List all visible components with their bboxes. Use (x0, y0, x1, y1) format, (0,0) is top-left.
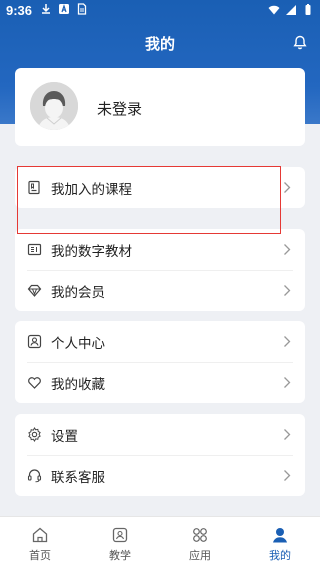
tab-teaching[interactable]: 教学 (80, 517, 160, 570)
page-title: 我的 (144, 35, 175, 53)
bell-icon[interactable] (292, 34, 308, 50)
menu-group-personal: 个人中心 我的收藏 (15, 321, 305, 403)
gear-icon (28, 427, 41, 442)
profile-card[interactable]: 未登录 (15, 68, 305, 146)
menu-item-membership[interactable]: 我的会员 (15, 270, 305, 311)
user-icon (273, 528, 287, 543)
diamond-icon (27, 284, 42, 297)
status-notification-icons (40, 3, 88, 15)
tab-apps[interactable]: 应用 (160, 517, 240, 570)
apps-icon (193, 528, 207, 542)
tab-label: 我的 (269, 549, 291, 562)
status-bar: 9:36 (0, 0, 320, 22)
menu-item-label: 我的收藏 (51, 376, 105, 393)
menu-item-label: 个人中心 (51, 335, 105, 352)
chevron-right-icon (284, 377, 291, 388)
status-system-icons (268, 4, 314, 16)
menu-item-favorites[interactable]: 我的收藏 (15, 362, 305, 403)
menu-group-materials: 我的数字教材 我的会员 (15, 229, 305, 311)
menu-item-label: 联系客服 (51, 469, 105, 486)
signal-icon (286, 5, 296, 15)
menu-item-digital-textbooks[interactable]: 我的数字教材 (15, 229, 305, 270)
chevron-right-icon (284, 429, 291, 440)
heart-icon (28, 377, 41, 389)
tab-label: 应用 (189, 549, 211, 562)
document-icon (77, 3, 87, 15)
status-time: 9:36 (6, 3, 33, 18)
menu-group-settings: 设置 联系客服 (15, 414, 305, 496)
login-status-text[interactable]: 未登录 (97, 98, 142, 119)
app-a-icon (59, 4, 69, 14)
menu-item-customer-service[interactable]: 联系客服 (15, 455, 305, 496)
bottom-tab-bar: 首页 教学 应用 我的 (0, 516, 320, 570)
tab-label: 教学 (109, 549, 131, 562)
menu-item-label: 设置 (51, 428, 78, 445)
tab-label: 首页 (29, 549, 51, 562)
chevron-right-icon (284, 182, 291, 193)
download-icon (42, 4, 50, 14)
menu-item-settings[interactable]: 设置 (15, 414, 305, 455)
battery-icon (305, 4, 311, 15)
wifi-icon (268, 5, 280, 15)
avatar[interactable] (30, 82, 78, 130)
menu-item-personal-center[interactable]: 个人中心 (15, 321, 305, 362)
menu-item-label: 我的会员 (51, 284, 105, 301)
headset-icon (27, 469, 42, 483)
tab-home[interactable]: 首页 (0, 517, 80, 570)
home-icon (32, 527, 48, 543)
person-icon (27, 334, 42, 349)
highlight-box (17, 166, 281, 234)
digital-textbook-icon (27, 243, 42, 256)
teaching-icon (112, 527, 128, 543)
chevron-right-icon (284, 470, 291, 481)
menu-item-label: 我的数字教材 (51, 243, 132, 260)
default-avatar-icon (30, 82, 78, 130)
chevron-right-icon (284, 244, 291, 255)
chevron-right-icon (284, 336, 291, 347)
chevron-right-icon (284, 285, 291, 296)
tab-mine[interactable]: 我的 (240, 517, 320, 570)
